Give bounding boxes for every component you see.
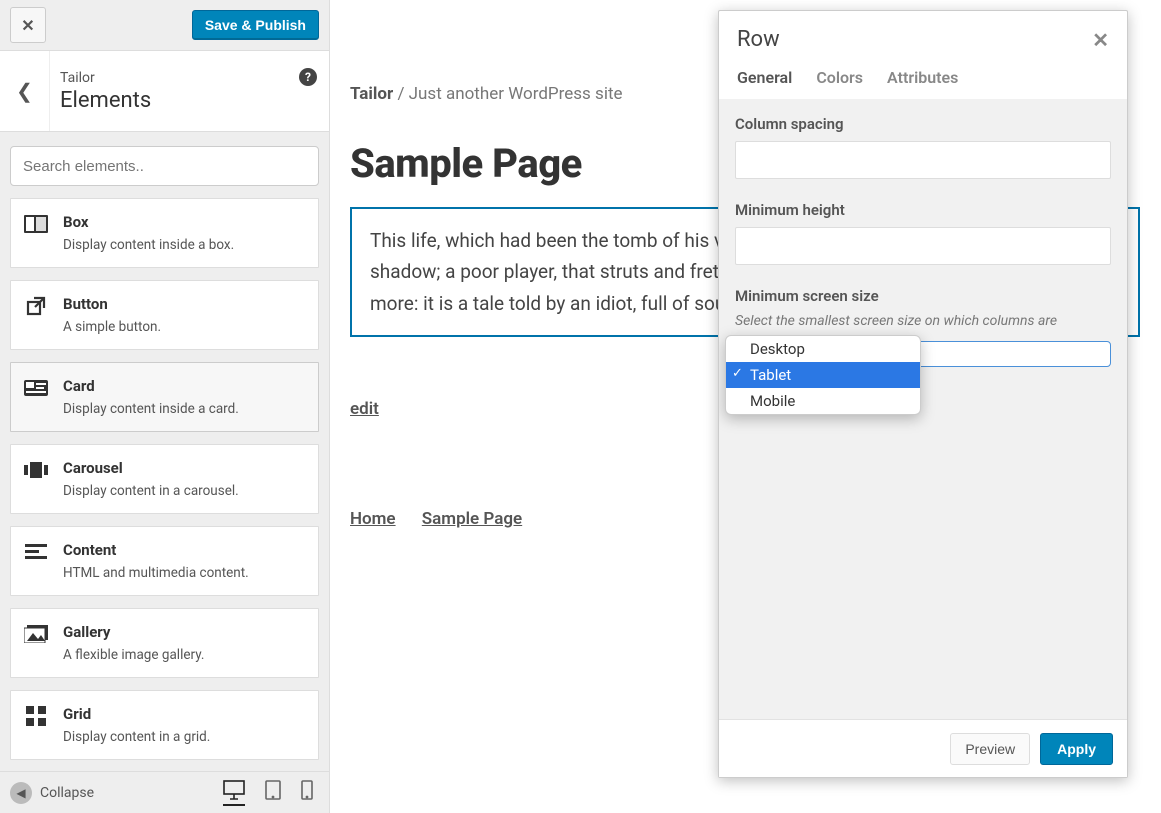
settings-panel: Row ✕ General Colors Attributes Column s… [718, 10, 1128, 778]
device-tablet-button[interactable] [265, 780, 281, 806]
collapse-label: Collapse [40, 785, 94, 801]
breadcrumb-site[interactable]: Tailor [350, 84, 393, 104]
field-help-min-screen: Select the smallest screen size on which… [735, 313, 1111, 329]
apply-button[interactable]: Apply [1040, 733, 1113, 765]
dropdown-option-desktop[interactable]: Desktop [726, 336, 920, 362]
element-desc: A flexible image gallery. [63, 647, 204, 663]
element-desc: Display content inside a card. [63, 401, 239, 417]
back-button[interactable]: ❮ [0, 51, 50, 131]
save-publish-button[interactable]: Save & Publish [192, 10, 319, 40]
element-desc: A simple button. [63, 319, 161, 335]
section-title: Elements [60, 88, 319, 113]
element-name: Button [63, 295, 161, 313]
field-label-min-screen: Minimum screen size [735, 287, 1111, 305]
device-desktop-button[interactable] [223, 780, 245, 806]
element-name: Grid [63, 705, 210, 723]
close-editor-button[interactable]: ✕ [10, 7, 46, 43]
panel-title: Row [737, 27, 780, 52]
device-mobile-button[interactable] [301, 780, 313, 806]
element-desc: HTML and multimedia content. [63, 565, 249, 581]
element-name: Box [63, 213, 234, 231]
panel-close-button[interactable]: ✕ [1092, 28, 1109, 52]
element-name: Carousel [63, 459, 239, 477]
tab-attributes[interactable]: Attributes [887, 68, 958, 87]
element-name: Card [63, 377, 239, 395]
gallery-icon [23, 623, 49, 645]
element-name: Gallery [63, 623, 204, 641]
app-name: Tailor [60, 70, 319, 86]
element-item-grid[interactable]: Grid Display content in a grid. [10, 690, 319, 760]
element-item-carousel[interactable]: Carousel Display content in a carousel. [10, 444, 319, 514]
search-input[interactable] [10, 146, 319, 186]
field-label-column-spacing: Column spacing [735, 115, 1111, 133]
element-item-button[interactable]: Button A simple button. [10, 280, 319, 350]
help-icon[interactable]: ? [299, 68, 317, 86]
element-item-gallery[interactable]: Gallery A flexible image gallery. [10, 608, 319, 678]
column-spacing-input[interactable] [735, 141, 1111, 179]
element-desc: Display content inside a box. [63, 237, 234, 253]
field-label-min-height: Minimum height [735, 201, 1111, 219]
external-icon [23, 295, 49, 317]
tab-colors[interactable]: Colors [816, 68, 863, 87]
element-item-box[interactable]: Box Display content inside a box. [10, 198, 319, 268]
content-icon [23, 541, 49, 563]
element-desc: Display content in a grid. [63, 729, 210, 745]
close-icon: ✕ [21, 16, 34, 35]
min-screen-dropdown: Desktop Tablet Mobile [725, 335, 921, 415]
breadcrumb-tagline: Just another WordPress site [409, 84, 623, 104]
tab-general[interactable]: General [737, 68, 792, 87]
close-icon: ✕ [1092, 28, 1109, 52]
card-icon [23, 377, 49, 399]
element-name: Content [63, 541, 249, 559]
sidebar: ✕ Save & Publish ❮ Tailor Elements ? Box… [0, 0, 330, 813]
preview-button[interactable]: Preview [950, 733, 1030, 765]
dropdown-option-tablet[interactable]: Tablet [726, 362, 920, 388]
panel-tabs: General Colors Attributes [719, 58, 1127, 99]
min-height-input[interactable] [735, 227, 1111, 265]
footer-link-home[interactable]: Home [350, 509, 396, 529]
carousel-icon [23, 459, 49, 481]
dropdown-option-mobile[interactable]: Mobile [726, 388, 920, 414]
collapse-sidebar-button[interactable]: ◀ Collapse [10, 782, 94, 804]
box-icon [23, 213, 49, 235]
grid-icon [23, 705, 49, 727]
chevron-left-icon: ❮ [16, 79, 33, 103]
footer-link-sample[interactable]: Sample Page [422, 509, 522, 529]
element-item-content[interactable]: Content HTML and multimedia content. [10, 526, 319, 596]
section-heading: Tailor Elements ? [50, 58, 329, 125]
element-desc: Display content in a carousel. [63, 483, 239, 499]
element-item-card[interactable]: Card Display content inside a card. [10, 362, 319, 432]
min-screen-select[interactable] [911, 341, 1111, 367]
collapse-icon: ◀ [10, 782, 32, 804]
